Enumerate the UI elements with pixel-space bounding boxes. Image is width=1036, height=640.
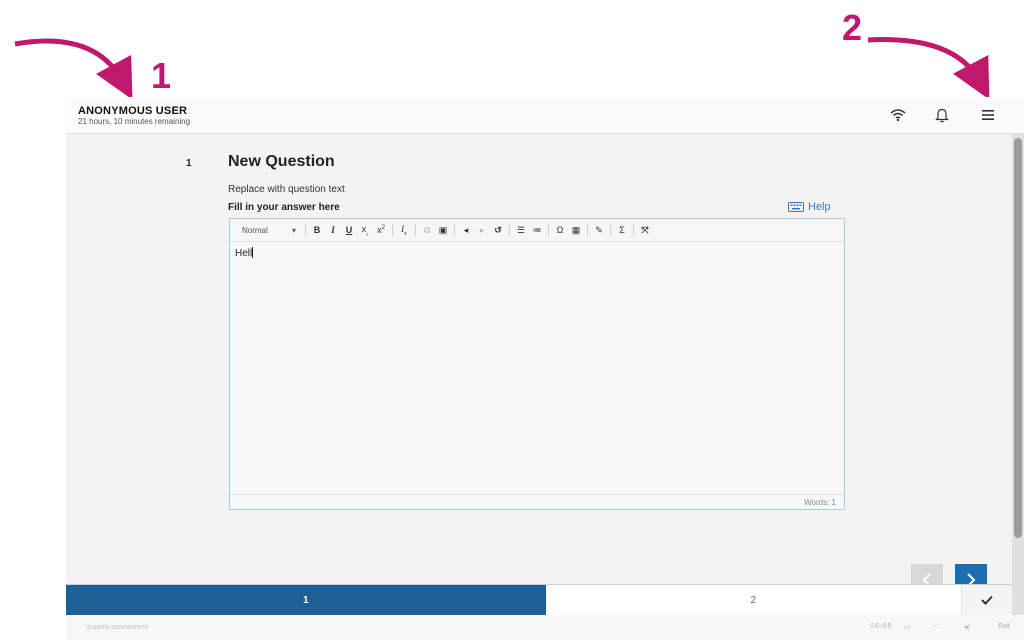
chevron-down-icon: ▾ [291, 225, 296, 235]
word-count: Words: 1 [804, 498, 836, 507]
user-name: ANONYMOUS USER [78, 105, 188, 117]
toolbar-divider [454, 224, 455, 236]
toolbar-divider [587, 224, 588, 236]
question-area: 1 New Question Replace with question tex… [66, 134, 1012, 596]
time-remaining: 21 hours, 10 minutes remaining [78, 117, 191, 126]
format-select[interactable]: Normal ▾ [230, 226, 302, 235]
clock: 10:05 [870, 623, 893, 630]
undo-icon[interactable]: ◂ [459, 225, 473, 236]
keyboard-icon [788, 202, 804, 212]
wifi-icon[interactable] [888, 105, 908, 125]
editor-content: Hell [235, 248, 253, 259]
draw-icon[interactable]: ✎ [592, 225, 606, 236]
toolbar-divider [548, 224, 549, 236]
checkmark-icon [981, 595, 993, 605]
volume-icon[interactable]: ◂) [964, 623, 970, 631]
redo-icon[interactable]: ▸ [475, 225, 489, 236]
toolbar-divider [633, 224, 634, 236]
copy-icon[interactable]: ⧉ [420, 225, 434, 236]
toolbar-divider [610, 224, 611, 236]
toolbar-divider [415, 224, 416, 236]
editor-text-area[interactable]: Hell [235, 247, 254, 259]
bold-icon[interactable]: B [310, 225, 324, 235]
question-tab-2[interactable]: 2 [545, 585, 963, 615]
toolbar-divider [509, 224, 510, 236]
history-icon[interactable]: ↺ [491, 225, 505, 236]
question-text: Replace with question text [228, 184, 345, 195]
help-label: Help [808, 201, 831, 213]
text-cursor [252, 247, 254, 258]
scrollbar[interactable] [1012, 134, 1024, 639]
toolbar-divider [305, 224, 306, 236]
superscript-icon[interactable]: x2 [374, 225, 388, 235]
special-char-icon[interactable]: Ω [553, 225, 567, 235]
exit-button[interactable]: Exit [998, 623, 1010, 630]
numbered-list-icon[interactable]: ☰ [514, 225, 528, 236]
editor-toolbar: Normal ▾ B I U x₂ x2 Ix ⧉ ▣ ◂ ▸ ↺ ☰ ≔ Ω … [230, 219, 844, 242]
format-select-value: Normal [242, 225, 268, 235]
answer-label: Fill in your answer here [228, 202, 340, 213]
status-footer: inspera assessment 10:05 ▭ ⋰ ◂) Exit [66, 615, 1024, 640]
brand-logo: inspera assessment [86, 624, 149, 631]
answer-editor[interactable]: Normal ▾ B I U x₂ x2 Ix ⧉ ▣ ◂ ▸ ↺ ☰ ≔ Ω … [229, 218, 845, 510]
question-navigation-bar: 1 2 [66, 584, 1013, 615]
top-bar: ANONYMOUS USER 21 hours, 10 minutes rema… [66, 97, 1024, 134]
submit-checkmark-button[interactable] [962, 585, 1013, 615]
paste-icon[interactable]: ▣ [436, 225, 450, 236]
menu-icon[interactable] [978, 105, 998, 125]
network-icon[interactable]: ⋰ [932, 623, 939, 631]
help-link[interactable]: Help [788, 201, 831, 213]
fullscreen-icon[interactable]: ⤧ [638, 225, 652, 236]
question-number: 1 [186, 158, 192, 169]
question-title: New Question [228, 153, 335, 170]
underline-icon[interactable]: U [342, 225, 356, 235]
subscript-icon[interactable]: x₂ [358, 224, 372, 237]
toolbar-divider [392, 224, 393, 236]
question-tab-label: 2 [750, 594, 757, 606]
question-tab-1[interactable]: 1 [66, 585, 546, 615]
table-icon[interactable]: ▦ [569, 225, 583, 236]
bell-icon[interactable] [932, 105, 952, 125]
sum-icon[interactable]: Σ [615, 225, 629, 235]
editor-status-bar: Words: 1 [230, 494, 844, 509]
italic-icon[interactable]: I [326, 225, 340, 235]
question-tab-label: 1 [302, 594, 309, 606]
scrollbar-thumb[interactable] [1014, 138, 1022, 538]
keyboard-layout-icon[interactable]: ▭ [904, 623, 911, 631]
exam-window: ANONYMOUS USER 21 hours, 10 minutes rema… [66, 97, 1024, 640]
remove-format-icon[interactable]: Ix [397, 224, 411, 237]
bulleted-list-icon[interactable]: ≔ [530, 225, 544, 236]
